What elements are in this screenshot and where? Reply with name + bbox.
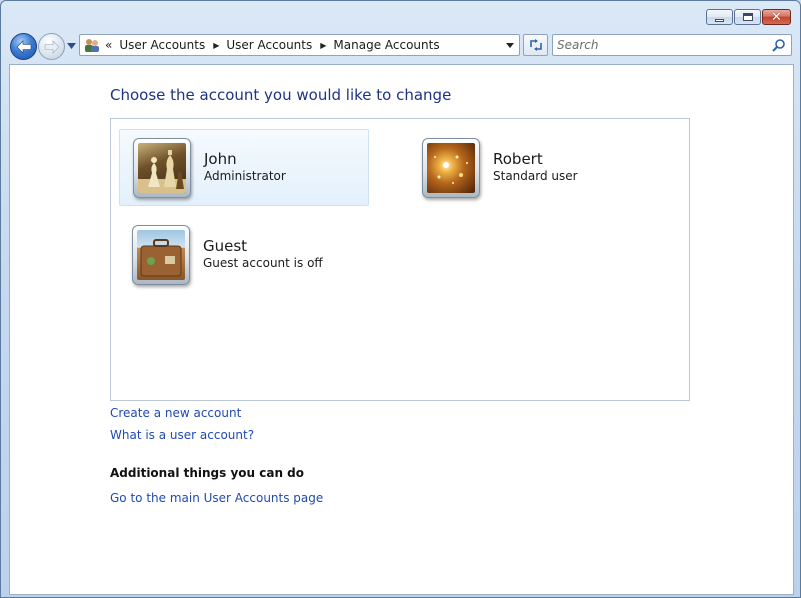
account-type: Guest account is off bbox=[203, 256, 323, 270]
account-type: Administrator bbox=[204, 169, 286, 183]
account-tile-john[interactable]: John Administrator bbox=[119, 129, 369, 206]
address-dropdown-button[interactable] bbox=[501, 35, 519, 55]
close-icon: ✕ bbox=[771, 9, 782, 25]
chevron-down-icon bbox=[66, 43, 76, 49]
caption-buttons: ✕ bbox=[706, 9, 791, 25]
create-account-link[interactable]: Create a new account bbox=[110, 406, 241, 420]
page-title: Choose the account you would like to cha… bbox=[110, 86, 452, 104]
minimize-button[interactable] bbox=[706, 9, 733, 25]
what-is-account-link[interactable]: What is a user account? bbox=[110, 428, 254, 442]
refresh-icon bbox=[529, 39, 542, 51]
search-input[interactable] bbox=[557, 36, 770, 54]
recent-pages-button[interactable] bbox=[66, 41, 76, 51]
account-name: Guest bbox=[203, 237, 248, 255]
close-button[interactable]: ✕ bbox=[762, 9, 791, 25]
arrow-left-icon bbox=[16, 39, 31, 54]
user-accounts-icon bbox=[83, 37, 101, 53]
chevron-down-icon bbox=[506, 42, 514, 48]
chess-pieces-icon bbox=[138, 142, 186, 193]
search-box bbox=[552, 34, 792, 56]
account-name: John bbox=[204, 150, 237, 168]
maximize-button[interactable] bbox=[734, 9, 761, 25]
search-icon[interactable] bbox=[770, 36, 788, 54]
window-frame: ✕ « User Accounts ▶ User Accounts ▶ Mana… bbox=[0, 0, 801, 598]
address-bar[interactable]: « User Accounts ▶ User Accounts ▶ Manage… bbox=[79, 34, 520, 56]
maximize-icon bbox=[742, 13, 753, 21]
account-tile-robert[interactable]: Robert Standard user bbox=[409, 129, 659, 206]
main-user-accounts-link[interactable]: Go to the main User Accounts page bbox=[110, 491, 323, 505]
sparkles-icon bbox=[427, 142, 475, 193]
content-area: Choose the account you would like to cha… bbox=[9, 64, 794, 595]
breadcrumb-separator-icon[interactable]: ▶ bbox=[213, 41, 219, 50]
minimize-icon bbox=[715, 18, 724, 22]
account-name: Robert bbox=[493, 150, 543, 168]
account-tile-guest[interactable]: Guest Guest account is off bbox=[119, 216, 369, 293]
address-overflow[interactable]: « bbox=[105, 38, 112, 52]
avatar bbox=[132, 224, 190, 285]
breadcrumb-user-accounts[interactable]: User Accounts bbox=[119, 38, 205, 52]
breadcrumb-user-accounts-2[interactable]: User Accounts bbox=[226, 38, 312, 52]
additional-heading: Additional things you can do bbox=[110, 466, 305, 480]
suitcase-icon bbox=[137, 229, 185, 280]
breadcrumb-manage-accounts[interactable]: Manage Accounts bbox=[333, 38, 439, 52]
accounts-panel: John Administrator Robert Standard user … bbox=[110, 118, 690, 401]
arrow-right-icon bbox=[44, 39, 59, 54]
breadcrumb-separator-icon[interactable]: ▶ bbox=[320, 41, 326, 50]
back-button[interactable] bbox=[10, 33, 37, 60]
forward-button[interactable] bbox=[38, 33, 65, 60]
refresh-button[interactable] bbox=[523, 34, 548, 56]
avatar bbox=[422, 137, 480, 198]
avatar bbox=[133, 137, 191, 198]
account-type: Standard user bbox=[493, 169, 578, 183]
